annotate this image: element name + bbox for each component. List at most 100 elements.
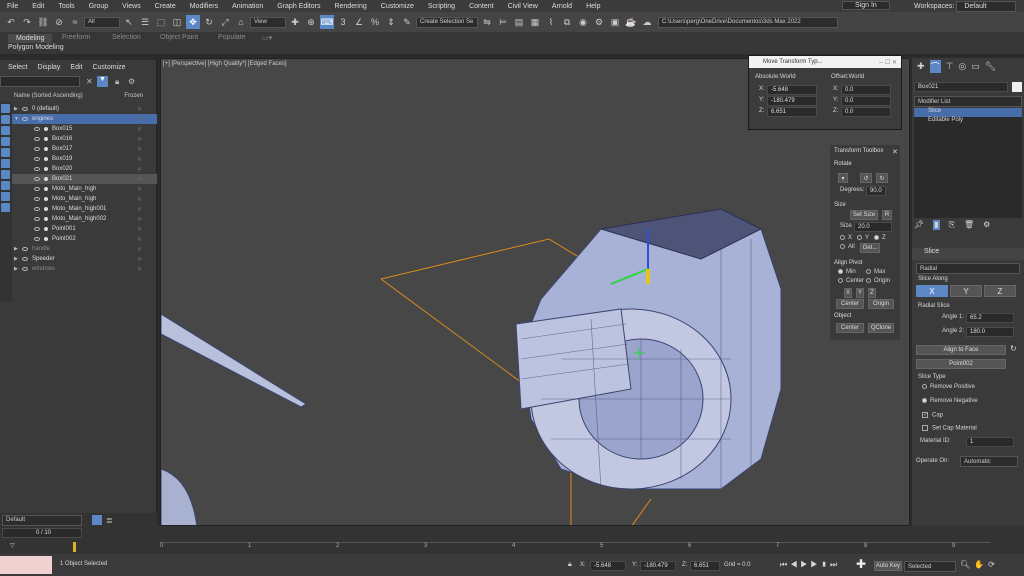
remove-negative-radio[interactable]: Remove Negative	[922, 398, 978, 404]
next-frame-icon[interactable]: ▶▮	[810, 560, 830, 569]
remove-positive-radio[interactable]: Remove Positive	[922, 384, 975, 390]
slice-axis-x-button[interactable]: X	[916, 285, 948, 297]
spinner-snap-icon[interactable]: ⇕	[384, 15, 398, 29]
mirror-icon[interactable]: ⇋	[480, 15, 494, 29]
freeze-icon[interactable]: ❄	[137, 156, 142, 163]
place-icon[interactable]: ⌂	[234, 15, 248, 29]
menu-edit[interactable]: Edit	[25, 3, 51, 10]
scene-row[interactable]: Box016 ❄	[12, 134, 157, 144]
visibility-eye-icon[interactable]	[34, 147, 40, 151]
pivot-origin-radio[interactable]: Origin	[866, 278, 890, 284]
scene-row[interactable]: Point002 ❄	[12, 234, 157, 244]
modifier-list-dropdown[interactable]: Modifier List	[914, 96, 1022, 107]
timeline-ruler[interactable]: 012345678910	[160, 542, 990, 552]
visibility-eye-icon[interactable]	[22, 117, 28, 121]
expand-icon[interactable]: ▶	[14, 266, 20, 272]
visibility-eye-icon[interactable]	[22, 107, 28, 111]
filter-bones-icon[interactable]	[1, 192, 10, 201]
auto-key-button[interactable]: Auto Key	[874, 561, 902, 571]
maxscript-listener[interactable]	[0, 556, 52, 574]
scene-row[interactable]: ▼ engines ❄	[12, 114, 157, 124]
scene-row[interactable]: Box015 ❄	[12, 124, 157, 134]
qclone-button[interactable]: QClone	[868, 323, 894, 333]
visibility-eye-icon[interactable]	[34, 237, 40, 241]
align-origin-button[interactable]: Origin	[868, 299, 894, 309]
visibility-eye-icon[interactable]	[22, 267, 28, 271]
abs-y-input[interactable]: -180.479	[767, 96, 817, 106]
select-object-icon[interactable]: ↖	[122, 15, 136, 29]
filter-lights-icon[interactable]	[1, 126, 10, 135]
align-icon[interactable]: ⊨	[496, 15, 510, 29]
align-center-button[interactable]: Center	[836, 299, 864, 309]
bind-spacewarp-icon[interactable]: ≈	[68, 15, 82, 29]
pin-stack-icon[interactable]: 📌︎	[914, 220, 924, 230]
freeze-icon[interactable]: ❄	[137, 146, 142, 153]
axis-x-radio[interactable]: X	[840, 235, 852, 241]
percent-snap-icon[interactable]: %	[368, 15, 382, 29]
visibility-eye-icon[interactable]	[34, 187, 40, 191]
visibility-eye-icon[interactable]	[22, 247, 28, 251]
unlink-icon[interactable]: ⊘	[52, 15, 66, 29]
visibility-eye-icon[interactable]	[34, 207, 40, 211]
rotate-axis-dropdown[interactable]: ▾	[838, 173, 848, 183]
expand-icon[interactable]: ▶	[14, 246, 20, 252]
object-name-input[interactable]: Box021	[914, 82, 1008, 92]
menu-help[interactable]: Help	[579, 3, 607, 10]
menu-group[interactable]: Group	[82, 3, 115, 10]
scene-row[interactable]: Box020 ❄	[12, 164, 157, 174]
ribbon-tab-object-paint[interactable]: Object Paint	[160, 34, 198, 41]
selection-filter-dropdown[interactable]: All	[84, 16, 120, 28]
angle-snap-icon[interactable]: ∠	[352, 15, 366, 29]
menu-tools[interactable]: Tools	[51, 3, 81, 10]
wing-mesh[interactable]	[161, 313, 307, 408]
named-selection-dropdown[interactable]: Create Selection Se	[416, 16, 478, 28]
freeze-icon[interactable]: ❄	[137, 176, 142, 183]
scene-menu-customize[interactable]: Customize	[92, 64, 125, 71]
menu-arnold[interactable]: Arnold	[545, 3, 579, 10]
scene-row[interactable]: Box021 ❄	[12, 174, 157, 184]
ribbon-options-icon[interactable]: ▭▾	[262, 34, 272, 42]
prev-frame-icon[interactable]: ◀	[790, 560, 800, 569]
options-icon[interactable]: ⚙	[128, 77, 135, 86]
ribbon-tab-modeling[interactable]: Modeling	[8, 34, 53, 43]
scene-row[interactable]: Moto_Main_high001 ❄	[12, 204, 157, 214]
get-button[interactable]: Get...	[860, 243, 880, 253]
abs-x-input[interactable]: -5.648	[767, 85, 817, 95]
hierarchy-icon[interactable]: ≣	[106, 516, 113, 525]
slice-type-dropdown[interactable]: Radial	[916, 263, 1020, 274]
off-x-input[interactable]: 0.0	[841, 85, 891, 95]
menu-modifiers[interactable]: Modifiers	[183, 3, 225, 10]
rotate-icon[interactable]: ↻	[202, 15, 216, 29]
menu-animation[interactable]: Animation	[225, 3, 270, 10]
wheel-mesh[interactable]	[161, 468, 198, 526]
snap-icon[interactable]: 3	[336, 15, 350, 29]
freeze-icon[interactable]: ❄	[137, 116, 142, 123]
link-icon[interactable]: ⛓	[36, 15, 50, 29]
move-dialog-title[interactable]: Move Transform Typ... ─ ☐ ✕	[749, 56, 901, 68]
rotate-cw-icon[interactable]: ↻	[876, 173, 888, 183]
display-tab-icon[interactable]: ▭	[971, 61, 980, 72]
set-size-button[interactable]: Set Size	[850, 210, 878, 220]
window-crossing-icon[interactable]: ◫	[170, 15, 184, 29]
column-name[interactable]: Name (Sorted Ascending)	[14, 93, 83, 102]
r-button[interactable]: R	[882, 210, 892, 220]
axis-y-radio[interactable]: Y	[857, 235, 869, 241]
material-id-input[interactable]: 1	[966, 437, 1014, 447]
rotate-ccw-icon[interactable]: ↺	[860, 173, 872, 183]
edit-named-sel-icon[interactable]: ✎	[400, 15, 414, 29]
filter-shapes-icon[interactable]	[1, 115, 10, 124]
move-icon[interactable]: ✥	[186, 15, 200, 29]
freeze-icon[interactable]: ❄	[137, 236, 142, 243]
menu-create[interactable]: Create	[148, 3, 183, 10]
render-icon[interactable]: ☕	[624, 15, 638, 29]
ribbon-polygon-modeling[interactable]: Polygon Modeling	[8, 44, 64, 51]
filter-all-icon[interactable]	[1, 203, 10, 212]
slice-axis-y-button[interactable]: Y	[950, 285, 982, 297]
visibility-eye-icon[interactable]	[34, 227, 40, 231]
layer-explorer-toggle-icon[interactable]	[92, 515, 102, 525]
create-tab-icon[interactable]: ✚	[917, 61, 925, 72]
clear-search-icon[interactable]: ✕	[86, 77, 93, 86]
pivot-min-radio[interactable]: Min	[838, 269, 856, 275]
scene-row[interactable]: Box019 ❄	[12, 154, 157, 164]
expand-icon[interactable]: ▶	[14, 256, 20, 262]
